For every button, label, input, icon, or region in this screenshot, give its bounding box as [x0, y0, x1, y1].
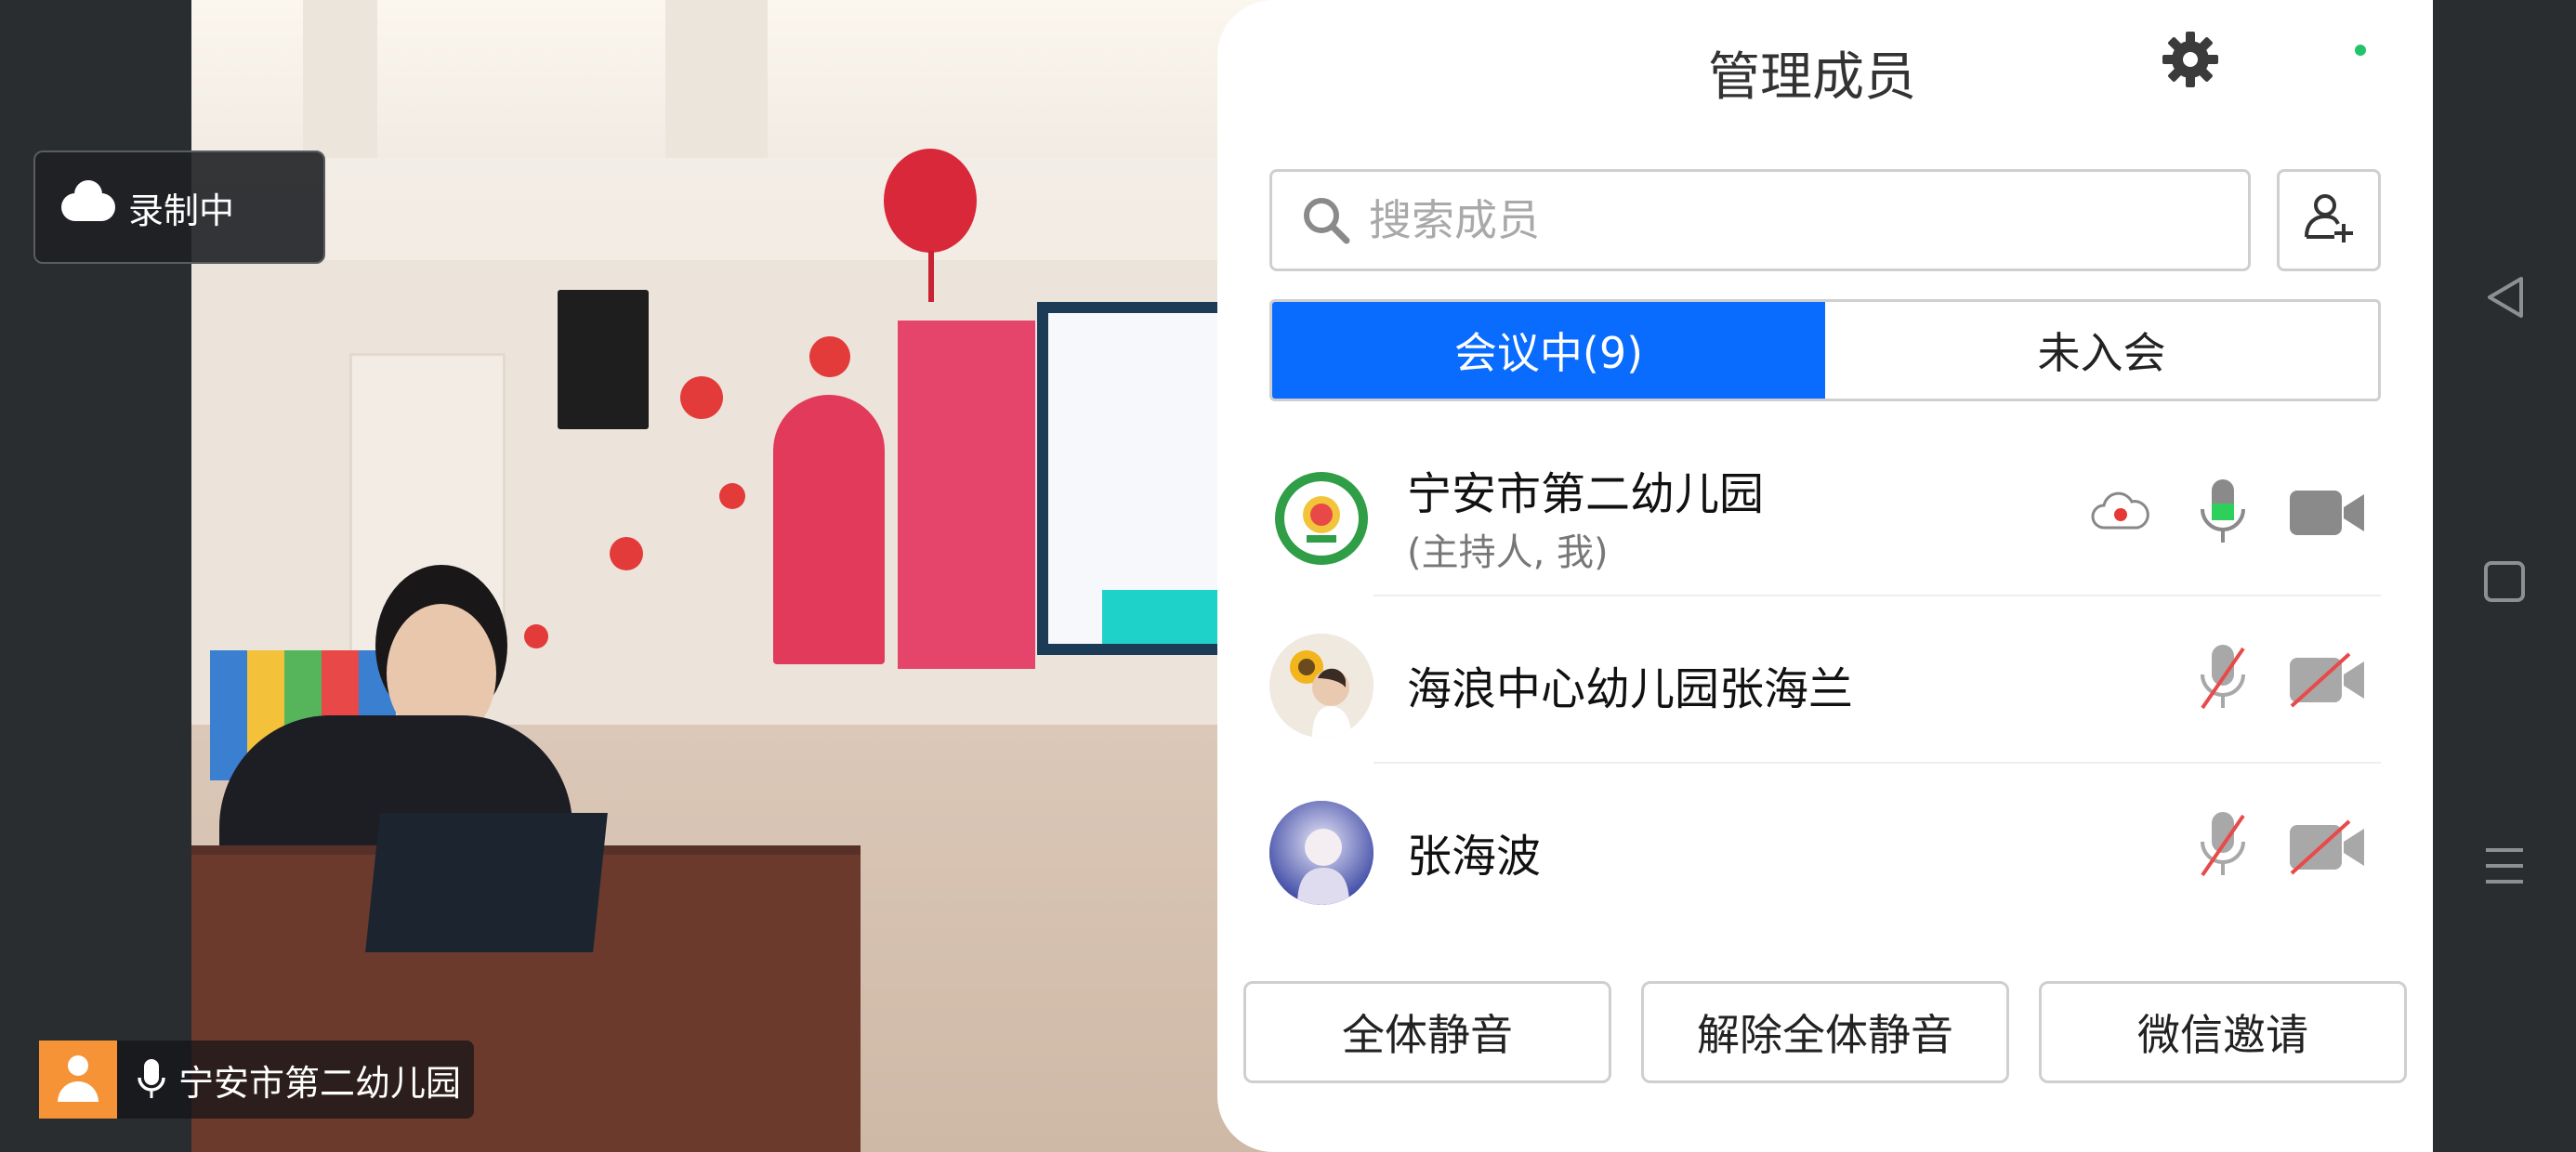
- status-dot: [2355, 45, 2366, 56]
- ceiling-beam: [303, 0, 377, 158]
- member-row[interactable]: 宁安市第二幼儿园 (主持人, 我): [1269, 429, 2381, 596]
- mic-icon: [138, 1059, 165, 1100]
- cloud-recording-icon: [2091, 491, 2150, 535]
- mute-all-button[interactable]: 全体静音: [1243, 981, 1611, 1083]
- member-row[interactable]: 海浪中心幼儿园张海兰: [1269, 596, 2381, 764]
- add-member-button[interactable]: [2277, 169, 2381, 271]
- decoration-ball: [610, 537, 643, 570]
- add-user-icon: [2301, 190, 2357, 250]
- portrait-avatar: [1269, 801, 1373, 905]
- system-nav-bar: [2433, 0, 2576, 1152]
- person-icon: [39, 1041, 117, 1119]
- loudspeaker: [558, 290, 649, 429]
- video-feed[interactable]: [191, 0, 1316, 1152]
- mic-muted-icon[interactable]: [2199, 643, 2247, 717]
- menu-icon[interactable]: [2433, 836, 2576, 896]
- camera-off-icon[interactable]: [2288, 652, 2366, 712]
- decoration-ball: [524, 624, 548, 648]
- camera-off-icon[interactable]: [2288, 819, 2366, 879]
- laptop: [365, 813, 608, 952]
- wechat-invite-button[interactable]: 微信邀请: [2039, 981, 2407, 1083]
- ceiling-beam: [665, 0, 768, 158]
- panel-title: 管理成员: [1708, 47, 1916, 108]
- member-tabs: 会议中(9) 未入会: [1269, 299, 2381, 401]
- recording-badge[interactable]: 录制中: [33, 151, 325, 264]
- search-box[interactable]: [1269, 169, 2251, 271]
- tab-not-joined[interactable]: 未入会: [1825, 302, 2378, 399]
- member-name: 张海波: [1407, 831, 1542, 883]
- speaker-name-tag: 宁安市第二幼儿园: [39, 1041, 475, 1119]
- festive-banner: [898, 321, 1035, 669]
- member-panel: 管理成员 会议中(9) 未入会: [1217, 0, 2433, 1152]
- mic-muted-icon[interactable]: [2199, 810, 2247, 884]
- member-role: (主持人, 我): [1407, 531, 1609, 574]
- sunflower-avatar: [1269, 634, 1373, 738]
- unmute-all-button[interactable]: 解除全体静音: [1641, 981, 2009, 1083]
- tab-in-meeting[interactable]: 会议中(9): [1272, 302, 1825, 399]
- school-logo-avatar: [1269, 466, 1373, 570]
- member-name: 宁安市第二幼儿园: [1407, 468, 1765, 520]
- search-input[interactable]: [1367, 194, 2207, 246]
- back-icon[interactable]: [2433, 268, 2576, 327]
- cloud-icon: [61, 180, 115, 221]
- decoration-ball: [719, 483, 745, 509]
- camera-icon[interactable]: [2288, 487, 2366, 543]
- speaker-name: 宁安市第二幼儿园: [178, 1062, 462, 1104]
- search-icon: [1300, 194, 1352, 246]
- gear-icon[interactable]: [2161, 30, 2220, 89]
- member-name: 海浪中心幼儿园张海兰: [1407, 663, 1854, 715]
- decoration-ball: [680, 376, 723, 419]
- recording-label: 录制中: [128, 190, 235, 231]
- mic-icon[interactable]: [2199, 478, 2247, 552]
- member-row[interactable]: 张海波: [1269, 764, 2381, 931]
- decoration-ball: [809, 336, 850, 377]
- lantern: [884, 149, 977, 253]
- lantern-tassel: [928, 251, 934, 302]
- home-icon[interactable]: [2433, 552, 2576, 611]
- festive-banner: [773, 395, 885, 664]
